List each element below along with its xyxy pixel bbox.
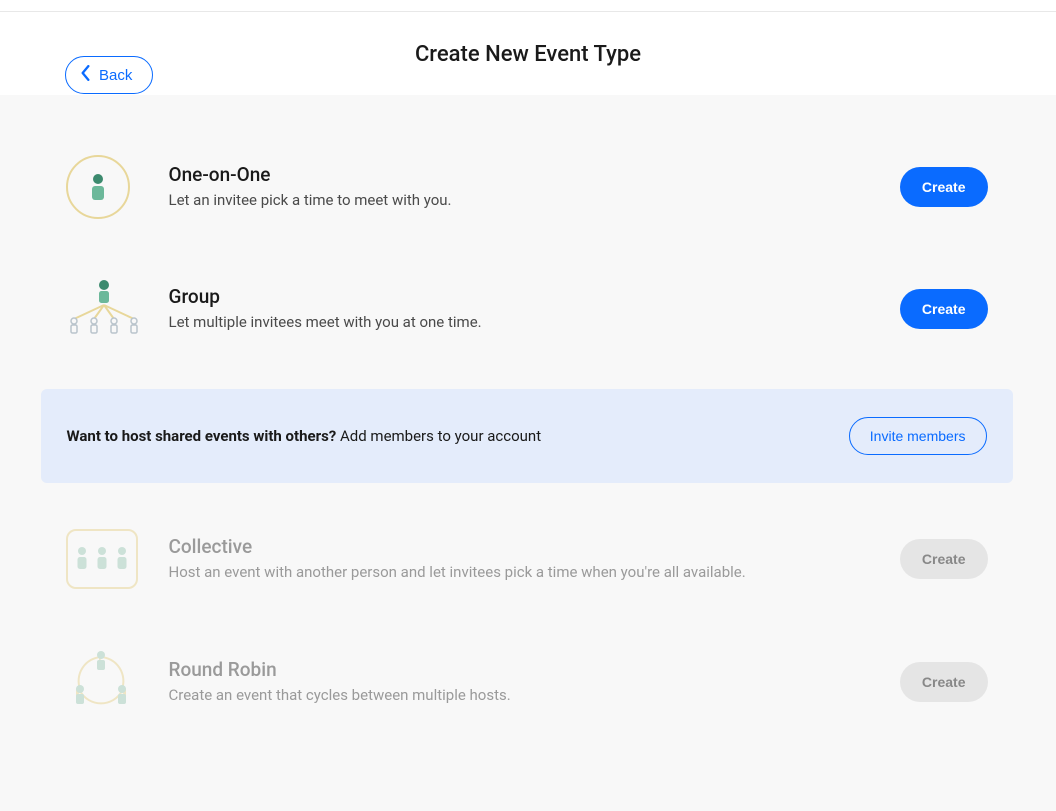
group-icon: [66, 275, 142, 343]
round-robin-icon: [66, 645, 136, 719]
event-type-desc: Let an invitee pick a time to meet with …: [169, 189, 900, 212]
banner-prompt-rest: Add members to your account: [336, 427, 541, 445]
event-type-title: Round Robin: [169, 658, 900, 681]
create-group-button[interactable]: Create: [900, 289, 988, 329]
event-type-collective: Collective Host an event with another pe…: [66, 501, 1021, 617]
event-type-desc: Host an event with another person and le…: [169, 561, 900, 584]
event-type-title: One-on-One: [169, 163, 900, 186]
event-type-one-on-one: One-on-One Let an invitee pick a time to…: [66, 127, 1021, 247]
content-area: One-on-One Let an invitee pick a time to…: [0, 95, 1056, 811]
top-divider: [0, 0, 1056, 12]
page-header: Back Create New Event Type: [0, 12, 1056, 95]
collective-icon: [66, 529, 138, 589]
back-label: Back: [99, 67, 132, 84]
event-type-desc: Create an event that cycles between mult…: [169, 684, 900, 707]
event-type-title: Group: [169, 285, 900, 308]
invite-members-banner: Want to host shared events with others? …: [41, 389, 1013, 483]
banner-prompt-bold: Want to host shared events with others?: [67, 427, 337, 445]
create-collective-button: Create: [900, 539, 988, 579]
one-on-one-icon: [66, 155, 130, 219]
back-button[interactable]: Back: [65, 56, 153, 94]
event-type-group: Group Let multiple invitees meet with yo…: [66, 247, 1021, 371]
page-title: Create New Event Type: [0, 42, 1056, 67]
invite-members-button[interactable]: Invite members: [849, 417, 987, 455]
event-type-round-robin: Round Robin Create an event that cycles …: [66, 617, 1021, 747]
event-type-desc: Let multiple invitees meet with you at o…: [169, 311, 900, 334]
event-type-title: Collective: [169, 535, 900, 558]
create-round-robin-button: Create: [900, 662, 988, 702]
create-one-on-one-button[interactable]: Create: [900, 167, 988, 207]
chevron-left-icon: [80, 65, 91, 85]
banner-text: Want to host shared events with others? …: [67, 427, 542, 445]
